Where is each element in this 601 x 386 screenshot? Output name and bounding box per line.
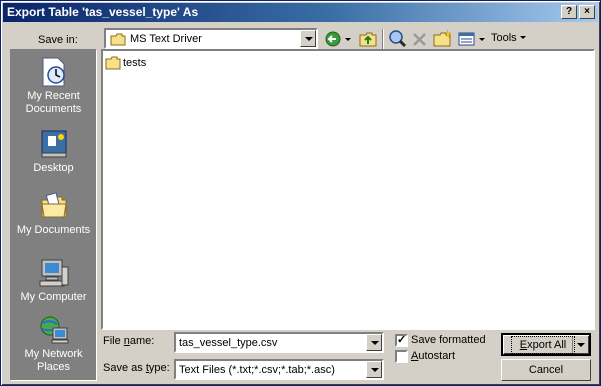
file-name-label: File name: <box>103 335 155 347</box>
computer-icon <box>39 259 68 287</box>
chevron-down-icon[interactable] <box>366 334 382 351</box>
chevron-down-icon[interactable] <box>366 361 382 378</box>
save-as-type-dropdown[interactable]: Text Files (*.txt;*.csv;*.tab;*.asc) <box>174 359 384 380</box>
autostart-checkbox[interactable] <box>395 350 408 363</box>
save-as-type-label: Save as type: <box>103 362 170 374</box>
place-label: My Network Places <box>24 348 83 373</box>
toolbar-separator <box>382 29 384 49</box>
folder-icon <box>105 56 121 70</box>
chevron-down-icon <box>520 36 526 39</box>
help-button[interactable]: ? <box>561 5 577 19</box>
autostart-label: Autostart <box>411 350 456 362</box>
clock-document-icon <box>42 57 65 87</box>
save-as-type-value: Text Files (*.txt;*.csv;*.tab;*.asc) <box>179 364 335 376</box>
cancel-button[interactable]: Cancel <box>501 359 591 381</box>
places-bar: My Recent Documents Desktop My Documents <box>10 49 97 381</box>
file-name-input[interactable]: tas_vessel_type.csv <box>174 332 384 353</box>
save-formatted-checkbox[interactable]: ✓ <box>395 334 408 347</box>
place-label: My Recent Documents <box>25 90 82 115</box>
save-in-dropdown[interactable]: MS Text Driver <box>104 28 318 49</box>
views-icon <box>458 32 485 46</box>
tools-menu-label: Tools <box>491 32 517 44</box>
new-folder-icon <box>433 29 452 47</box>
search-web-button[interactable] <box>388 29 408 49</box>
folder-icon <box>110 33 126 46</box>
delete-button[interactable] <box>411 29 429 49</box>
split-divider <box>572 337 573 353</box>
save-in-value: MS Text Driver <box>130 33 202 45</box>
views-button[interactable] <box>457 29 489 49</box>
window-title: Export Table 'tas_vessel_type' As <box>7 5 199 19</box>
place-my-computer[interactable]: My Computer <box>11 257 96 304</box>
up-folder-icon <box>359 32 377 47</box>
tools-menu[interactable]: Tools <box>491 29 531 49</box>
file-name-value: tas_vessel_type.csv <box>179 337 278 349</box>
network-globe-icon <box>40 316 68 344</box>
place-my-recent-documents[interactable]: My Recent Documents <box>11 56 96 116</box>
new-folder-button[interactable] <box>432 29 452 49</box>
save-in-label: Save in: <box>38 34 78 46</box>
desktop-icon <box>41 130 66 158</box>
place-my-network-places[interactable]: My Network Places <box>11 314 96 374</box>
place-label: My Documents <box>16 224 91 236</box>
folder-documents-icon <box>40 192 67 218</box>
chevron-down-icon[interactable] <box>300 30 316 47</box>
up-folder-button[interactable] <box>358 29 378 49</box>
delete-x-icon <box>413 33 426 46</box>
place-label: Desktop <box>33 162 74 174</box>
export-all-label: Export All <box>511 336 575 354</box>
file-name: tests <box>123 57 147 69</box>
close-button[interactable]: × <box>579 5 595 19</box>
place-desktop[interactable]: Desktop <box>11 128 96 175</box>
back-arrow-icon <box>325 31 351 47</box>
title-bar[interactable]: Export Table 'tas_vessel_type' As ? × <box>3 3 598 22</box>
file-list[interactable]: tests <box>101 49 595 330</box>
back-button[interactable] <box>324 29 354 49</box>
chevron-down-icon[interactable] <box>576 342 586 348</box>
search-globe-icon <box>389 30 407 48</box>
save-formatted-label: Save formatted <box>411 334 486 346</box>
place-my-documents[interactable]: My Documents <box>11 190 96 237</box>
export-dialog: Export Table 'tas_vessel_type' As ? × Sa… <box>0 0 601 386</box>
export-all-button[interactable]: Export All <box>501 333 591 356</box>
place-label: My Computer <box>20 291 87 303</box>
